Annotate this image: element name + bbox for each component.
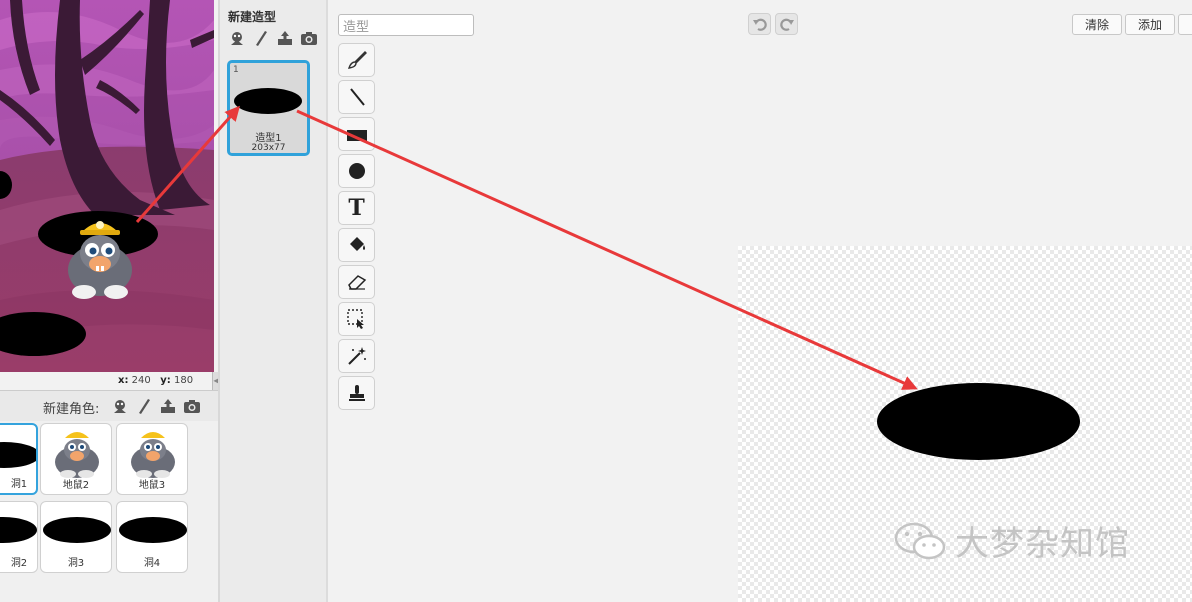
sprite-pane: 新建角色: 洞1 地鼠2 地鼠3 洞2 洞3 洞4 — [0, 390, 218, 602]
new-sprite-label: 新建角色: — [43, 402, 100, 417]
stamp-icon — [348, 385, 365, 401]
line-tool[interactable] — [338, 80, 375, 114]
magic-wand-icon — [347, 347, 366, 365]
costume-size: 203x77 — [251, 143, 286, 153]
wechat-logo-icon — [894, 522, 946, 559]
sprite-name: 地鼠3 — [138, 480, 166, 491]
sprite-tile-hole3[interactable]: 洞3 — [40, 501, 112, 573]
x-label: x: — [118, 375, 129, 386]
sprite-library-icon[interactable] — [110, 396, 130, 416]
text-tool[interactable]: T — [338, 191, 375, 225]
undo-icon — [752, 18, 767, 31]
upload-icon[interactable] — [158, 396, 178, 416]
costume-name-input[interactable] — [338, 14, 474, 36]
paint-editor: 清除 添加 T — [328, 0, 1192, 602]
text-icon: T — [348, 195, 365, 221]
costume-tile[interactable]: 1 造型1 203x77 — [227, 60, 310, 156]
ellipse-tool[interactable] — [338, 154, 375, 188]
costume-name: 造型1 — [255, 133, 282, 144]
fill-tool[interactable] — [338, 228, 375, 262]
costume-pane: 新建造型 1 造型1 203x77 — [220, 0, 326, 602]
line-icon — [349, 88, 365, 106]
ellipse-icon — [348, 163, 365, 179]
paint-brush-icon[interactable] — [251, 28, 271, 48]
new-costume-buttons — [227, 28, 319, 48]
sprite-tile-hole1[interactable]: 洞1 — [0, 423, 38, 495]
costume-ellipse-shape[interactable] — [877, 383, 1080, 460]
x-value: 240 — [131, 375, 151, 386]
y-value: 180 — [174, 375, 194, 386]
stage[interactable] — [0, 0, 214, 372]
brush-icon — [347, 51, 367, 69]
add-button[interactable]: 添加 — [1125, 14, 1175, 35]
select-icon — [346, 309, 364, 329]
stage-coordinates-bar: x: 240 y: 180 — [0, 372, 214, 390]
upload-icon[interactable] — [275, 28, 295, 48]
paint-brush-icon[interactable] — [134, 396, 154, 416]
sprite-tile-hole4[interactable]: 洞4 — [116, 501, 188, 573]
redo-icon — [779, 18, 794, 31]
y-label: y: — [160, 375, 171, 386]
import-button[interactable] — [1178, 14, 1192, 35]
redo-button[interactable] — [775, 13, 798, 35]
sprite-tile-mole2[interactable]: 地鼠2 — [40, 423, 112, 495]
sprite-name: 洞3 — [67, 558, 85, 569]
magic-wand-tool[interactable] — [338, 339, 375, 373]
eraser-icon — [347, 275, 366, 290]
select-tool[interactable] — [338, 302, 375, 336]
drawing-canvas[interactable]: 大梦杂知馆 — [738, 246, 1192, 602]
stage-backdrop — [0, 0, 214, 372]
scratch-editor: x: 240 y: 180 ◀ 新建角色: 洞1 地鼠2 地鼠3 洞2 洞3 洞… — [0, 0, 1192, 602]
undo-button[interactable] — [748, 13, 771, 35]
rectangle-tool[interactable] — [338, 117, 375, 151]
rectangle-icon — [346, 130, 367, 141]
clear-button[interactable]: 清除 — [1072, 14, 1122, 35]
sprite-name: 地鼠2 — [62, 480, 90, 491]
sprite-name: 洞1 — [10, 479, 28, 490]
watermark-text: 大梦杂知馆 — [955, 524, 1130, 564]
sprite-list: 洞1 地鼠2 地鼠3 洞2 洞3 洞4 — [0, 421, 218, 602]
sprite-name: 洞2 — [10, 558, 28, 569]
watermark: 大梦杂知馆 — [893, 516, 1130, 565]
sprite-pane-header: 新建角色: — [0, 391, 218, 421]
sprite-tile-hole2[interactable]: 洞2 — [0, 501, 38, 573]
camera-icon[interactable] — [182, 396, 202, 416]
mouse-coordinates: x: 240 y: 180 — [118, 375, 193, 386]
new-costume-label: 新建造型 — [228, 10, 277, 24]
sprite-tile-mole3[interactable]: 地鼠3 — [116, 423, 188, 495]
camera-icon[interactable] — [299, 28, 319, 48]
fill-bucket-icon — [349, 237, 365, 251]
sprite-name: 洞4 — [143, 558, 161, 569]
stamp-tool[interactable] — [338, 376, 375, 410]
new-sprite-buttons — [110, 396, 202, 416]
eraser-tool[interactable] — [338, 265, 375, 299]
brush-tool[interactable] — [338, 43, 375, 77]
costume-library-icon[interactable] — [227, 28, 247, 48]
